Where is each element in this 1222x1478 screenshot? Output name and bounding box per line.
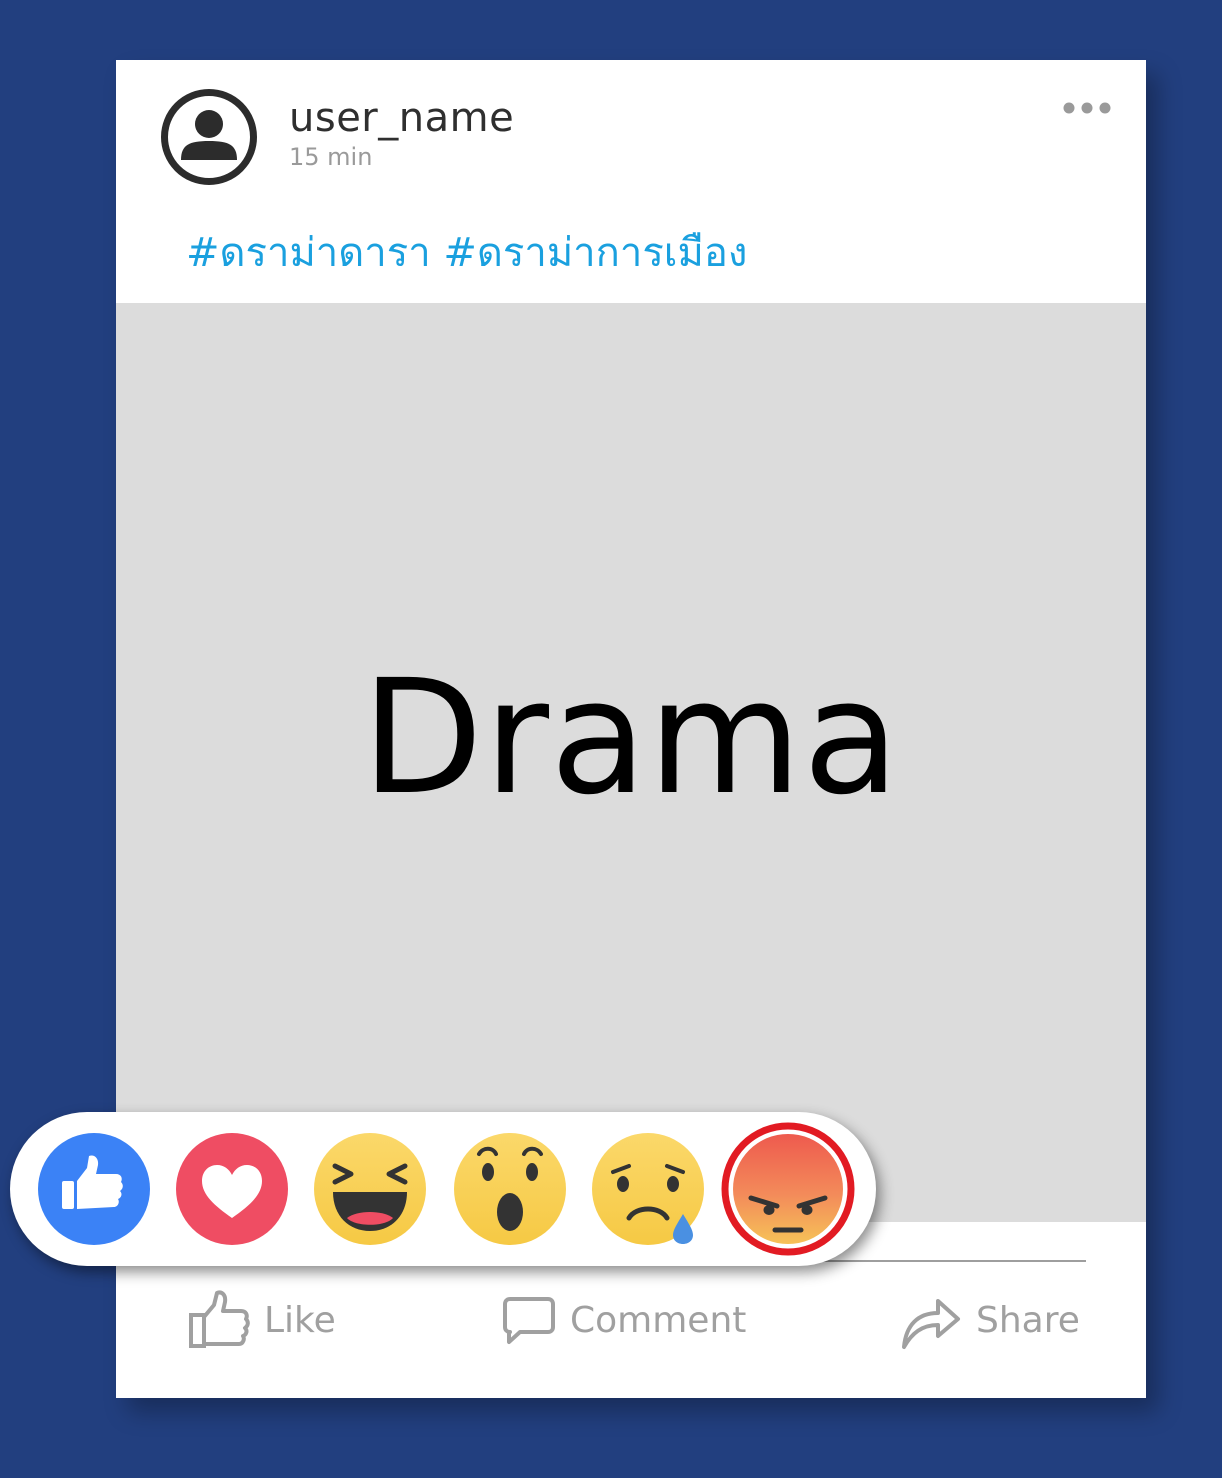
comment-label: Comment — [570, 1299, 747, 1341]
like-button[interactable]: Like — [188, 1288, 336, 1352]
user-avatar-icon[interactable] — [160, 88, 258, 186]
reactions-bar — [10, 1112, 876, 1266]
like-label: Like — [264, 1299, 336, 1341]
wow-reaction-icon — [454, 1133, 566, 1245]
share-arrow-icon — [902, 1299, 960, 1349]
post-timestamp: 15 min — [289, 143, 373, 171]
more-options-button[interactable] — [1060, 94, 1114, 122]
share-button[interactable]: Share — [900, 1288, 1080, 1352]
haha-reaction-icon — [314, 1133, 426, 1245]
post-hashtags: #ดราม่าดารา #ดราม่าการเมือง — [186, 228, 747, 278]
reaction-wow-button[interactable] — [453, 1132, 567, 1246]
divider — [820, 1260, 1086, 1262]
comment-button[interactable]: Comment — [502, 1288, 746, 1352]
sad-reaction-icon — [592, 1133, 704, 1245]
angry-reaction-icon — [721, 1122, 855, 1256]
reaction-love-button[interactable] — [175, 1132, 289, 1246]
more-dots-icon — [1063, 102, 1111, 114]
reaction-like-button[interactable] — [37, 1132, 151, 1246]
user-name[interactable]: user_name — [289, 94, 514, 142]
thumbs-up-outline-icon — [189, 1290, 250, 1348]
love-reaction-icon — [176, 1133, 288, 1245]
post-image[interactable]: Drama — [116, 303, 1146, 1222]
post-image-text: Drama — [361, 646, 901, 830]
reaction-haha-button[interactable] — [313, 1132, 427, 1246]
hashtag-link[interactable]: #ดราม่าดารา — [186, 230, 431, 276]
hashtag-link[interactable]: #ดราม่าการเมือง — [443, 230, 747, 276]
reaction-sad-button[interactable] — [591, 1132, 705, 1246]
reaction-angry-button[interactable] — [721, 1122, 855, 1256]
share-label: Share — [976, 1299, 1080, 1341]
like-reaction-icon — [38, 1133, 150, 1245]
speech-bubble-icon — [503, 1297, 555, 1344]
